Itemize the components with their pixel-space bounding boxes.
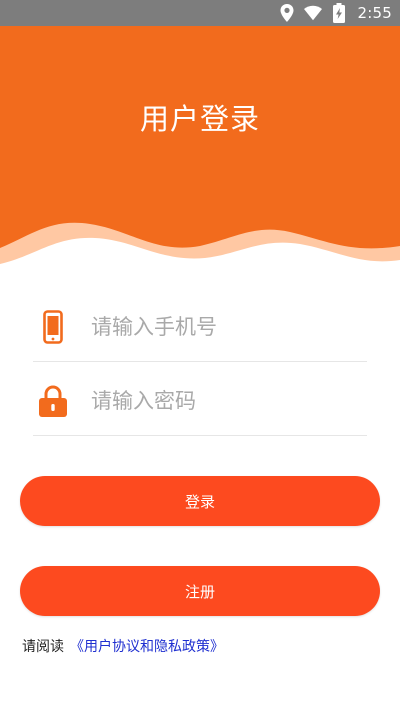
agreement-link[interactable]: 《用户协议和隐私政策》	[70, 639, 224, 655]
password-input[interactable]	[91, 388, 351, 413]
lock-icon	[33, 381, 73, 421]
phone-icon	[33, 307, 73, 347]
status-time: 2:55	[357, 4, 392, 22]
wifi-icon	[303, 4, 322, 22]
header-wave	[0, 222, 400, 276]
phone-field-row	[33, 292, 367, 362]
battery-charging-icon	[330, 3, 348, 23]
login-header: 用户登录	[0, 26, 400, 276]
login-button[interactable]: 登录	[20, 476, 380, 526]
agreement-text: 请阅读 《用户协议和隐私政策》	[22, 636, 224, 656]
agreement-prefix: 请阅读	[22, 639, 64, 655]
status-bar: 2:55	[0, 0, 400, 26]
phone-input[interactable]	[91, 314, 351, 339]
location-icon	[278, 4, 296, 22]
register-button[interactable]: 注册	[20, 566, 380, 616]
password-field-row	[33, 366, 367, 436]
page-title: 用户登录	[139, 102, 260, 136]
